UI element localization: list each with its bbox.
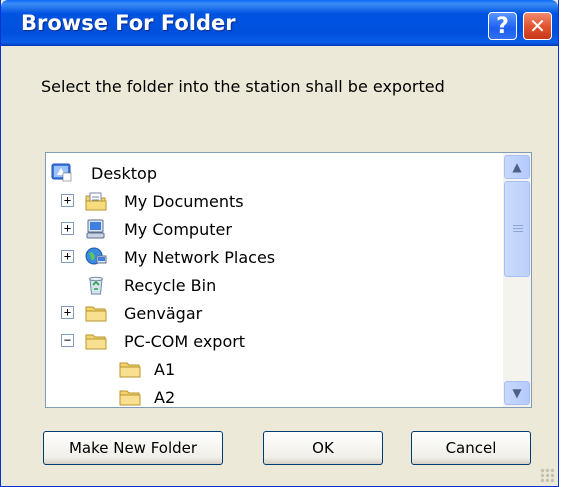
close-button[interactable]: ✕ [523, 12, 552, 40]
tree-item-label: My Computer [124, 219, 232, 239]
folder-tree[interactable]: Desktop + My Documents + My Computer + M… [45, 152, 532, 408]
tree-item-label: Recycle Bin [124, 275, 217, 295]
folder-icon [85, 303, 107, 323]
chevron-down-icon: ▼ [512, 386, 522, 400]
grip-line [513, 225, 523, 226]
grip-line [513, 228, 523, 229]
tree-item-recycle-bin[interactable]: Recycle Bin [46, 271, 504, 299]
tree-item-label: My Network Places [124, 247, 276, 267]
tree-item-a1[interactable]: A1 [46, 355, 504, 383]
scroll-thumb[interactable] [504, 181, 530, 277]
tree-item-genvagar[interactable]: + Genvägar [46, 299, 504, 327]
prompt-text: Select the folder into the station shall… [41, 77, 445, 96]
desktop-icon [51, 163, 73, 183]
help-button[interactable]: ? [488, 12, 517, 40]
tree-item-my-computer[interactable]: + My Computer [46, 215, 504, 243]
tree-item-a2[interactable]: A2 [46, 383, 504, 407]
tree-item-label: Genvägar [124, 303, 203, 323]
tree-item-label: Desktop [91, 163, 157, 183]
my-documents-icon [85, 191, 107, 211]
folder-icon [119, 359, 141, 379]
title-bar[interactable]: Browse For Folder ? ✕ [1, 0, 558, 46]
my-computer-icon [85, 219, 107, 239]
grip-line [513, 231, 523, 232]
close-icon: ✕ [529, 14, 546, 38]
recycle-bin-icon [85, 275, 107, 295]
expand-icon[interactable]: + [61, 194, 74, 207]
scroll-down-button[interactable]: ▼ [504, 381, 530, 405]
folder-icon [85, 331, 107, 351]
resize-grip-icon[interactable] [540, 468, 554, 482]
expand-icon[interactable]: + [61, 222, 74, 235]
tree-item-desktop[interactable]: Desktop [46, 159, 504, 187]
collapse-icon[interactable]: − [61, 334, 74, 347]
ok-button[interactable]: OK [263, 431, 383, 465]
tree-scrollbar[interactable]: ▲ ▼ [503, 153, 531, 407]
make-new-folder-button[interactable]: Make New Folder [43, 431, 223, 465]
tree-item-label: A1 [154, 359, 176, 379]
tree-item-pc-com-export[interactable]: − PC-COM export [46, 327, 504, 355]
expand-icon[interactable]: + [61, 306, 74, 319]
tree-item-my-documents[interactable]: + My Documents [46, 187, 504, 215]
browse-for-folder-dialog: Browse For Folder ? ✕ Select the folder … [0, 0, 559, 487]
network-places-icon [85, 247, 107, 267]
tree-item-label: My Documents [124, 191, 244, 211]
tree-item-label: PC-COM export [124, 331, 246, 351]
scroll-up-button[interactable]: ▲ [504, 155, 530, 179]
expand-icon[interactable]: + [61, 250, 74, 263]
dialog-title: Browse For Folder [21, 11, 236, 35]
folder-icon [119, 387, 141, 407]
cancel-button[interactable]: Cancel [411, 431, 531, 465]
tree-item-label: A2 [154, 387, 176, 407]
chevron-up-icon: ▲ [512, 160, 522, 174]
help-icon: ? [496, 13, 509, 39]
tree-item-my-network-places[interactable]: + My Network Places [46, 243, 504, 271]
